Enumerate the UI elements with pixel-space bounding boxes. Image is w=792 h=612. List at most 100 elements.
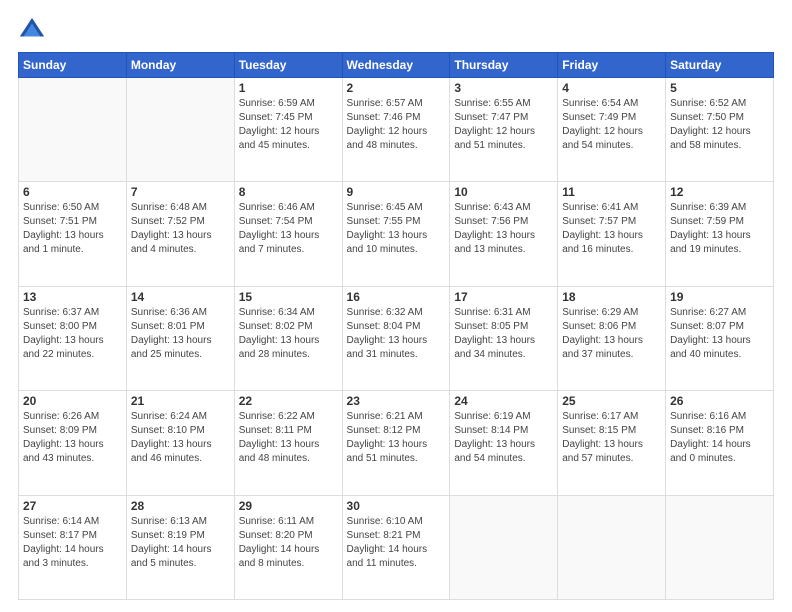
day-number: 5 xyxy=(670,81,769,95)
calendar-cell: 9Sunrise: 6:45 AMSunset: 7:55 PMDaylight… xyxy=(342,182,450,286)
sunrise-text: Sunrise: 6:46 AM xyxy=(239,202,315,213)
daylight-text: Daylight: 14 hours and 0 minutes. xyxy=(670,439,751,464)
day-number: 11 xyxy=(562,185,661,199)
calendar-cell xyxy=(666,495,774,599)
weekday-header-row: SundayMondayTuesdayWednesdayThursdayFrid… xyxy=(19,53,774,78)
calendar-cell: 3Sunrise: 6:55 AMSunset: 7:47 PMDaylight… xyxy=(450,78,558,182)
sunrise-text: Sunrise: 6:14 AM xyxy=(23,516,99,527)
calendar-cell: 1 Sunrise: 6:59 AMSunset: 7:45 PMDaylight… xyxy=(234,78,342,182)
sunset-text: Sunset: 7:47 PM xyxy=(454,112,528,123)
calendar-cell: 25Sunrise: 6:17 AMSunset: 8:15 PMDayligh… xyxy=(558,391,666,495)
weekday-header-friday: Friday xyxy=(558,53,666,78)
sunrise-text: Sunrise: 6:10 AM xyxy=(347,516,423,527)
daylight-text: Daylight: 12 hours and 54 minutes. xyxy=(562,126,643,151)
sunrise-text: Sunrise: 6:36 AM xyxy=(131,307,207,318)
sunrise-text: Sunrise: 6:11 AM xyxy=(239,516,314,527)
calendar-cell: 22Sunrise: 6:22 AMSunset: 8:11 PMDayligh… xyxy=(234,391,342,495)
logo-icon xyxy=(18,16,46,44)
day-number: 7 xyxy=(131,185,230,199)
day-number: 29 xyxy=(239,499,338,513)
daylight-text: Daylight: 13 hours and 46 minutes. xyxy=(131,439,212,464)
daylight-text: Daylight: 13 hours and 7 minutes. xyxy=(239,230,320,255)
sunrise-text: Sunrise: 6:26 AM xyxy=(23,411,99,422)
logo xyxy=(18,16,50,44)
sunset-text: Sunset: 8:15 PM xyxy=(562,425,636,436)
sunset-text: Sunset: 8:17 PM xyxy=(23,530,97,541)
daylight-text: Daylight: 13 hours and 4 minutes. xyxy=(131,230,212,255)
day-info: Sunrise: 6:36 AMSunset: 8:01 PMDaylight:… xyxy=(131,306,230,362)
calendar-cell xyxy=(450,495,558,599)
daylight-text: Daylight: 13 hours and 1 minute. xyxy=(23,230,104,255)
day-info: Sunrise: 6:27 AMSunset: 8:07 PMDaylight:… xyxy=(670,306,769,362)
daylight-text: Daylight: 14 hours and 8 minutes. xyxy=(239,544,320,569)
day-info: Sunrise: 6:14 AM Sunset: 8:17 PM Daylight:… xyxy=(23,515,122,571)
sunset-text: Sunset: 7:54 PM xyxy=(239,216,313,227)
calendar-cell: 11Sunrise: 6:41 AMSunset: 7:57 PMDayligh… xyxy=(558,182,666,286)
calendar-cell: 10Sunrise: 6:43 AMSunset: 7:56 PMDayligh… xyxy=(450,182,558,286)
day-number: 3 xyxy=(454,81,553,95)
day-info: Sunrise: 6:46 AM Sunset: 7:54 PM Daylight:… xyxy=(239,201,338,257)
calendar-cell xyxy=(558,495,666,599)
day-number: 9 xyxy=(347,185,446,199)
sunrise-text: Sunrise: 6:24 AM xyxy=(131,411,207,422)
daylight-text: Daylight: 13 hours and 43 minutes. xyxy=(23,439,104,464)
sunset-text: Sunset: 7:45 PM xyxy=(239,112,313,123)
calendar-cell: 2Sunrise: 6:57 AMSunset: 7:46 PMDaylight… xyxy=(342,78,450,182)
sunrise-text: Sunrise: 6:54 AM xyxy=(562,98,638,109)
calendar-cell: 18Sunrise: 6:29 AMSunset: 8:06 PMDayligh… xyxy=(558,286,666,390)
sunrise-text: Sunrise: 6:22 AM xyxy=(239,411,315,422)
sunrise-text: Sunrise: 6:27 AM xyxy=(670,307,746,318)
sunrise-text: Sunrise: 6:34 AM xyxy=(239,307,315,318)
daylight-text: Daylight: 13 hours and 34 minutes. xyxy=(454,335,535,360)
calendar-week-row: 6Sunrise: 6:50 AMSunset: 7:51 PMDaylight… xyxy=(19,182,774,286)
sunrise-text: Sunrise: 6:45 AM xyxy=(347,202,423,213)
day-info: Sunrise: 6:31 AMSunset: 8:05 PMDaylight:… xyxy=(454,306,553,362)
calendar-week-row: 13Sunrise: 6:37 AMSunset: 8:00 PMDayligh… xyxy=(19,286,774,390)
weekday-header-monday: Monday xyxy=(126,53,234,78)
calendar-cell xyxy=(19,78,127,182)
calendar-week-row: 1 Sunrise: 6:59 AMSunset: 7:45 PMDaylight… xyxy=(19,78,774,182)
day-info: Sunrise: 6:52 AMSunset: 7:50 PMDaylight:… xyxy=(670,97,769,153)
day-info: Sunrise: 6:37 AMSunset: 8:00 PMDaylight:… xyxy=(23,306,122,362)
day-number: 18 xyxy=(562,290,661,304)
daylight-text: Daylight: 13 hours and 31 minutes. xyxy=(347,335,428,360)
day-number: 1 xyxy=(239,81,338,95)
sunrise-text: Sunrise: 6:55 AM xyxy=(454,98,530,109)
calendar-cell: 12Sunrise: 6:39 AMSunset: 7:59 PMDayligh… xyxy=(666,182,774,286)
day-number: 10 xyxy=(454,185,553,199)
day-number: 15 xyxy=(239,290,338,304)
sunset-text: Sunset: 8:10 PM xyxy=(131,425,205,436)
sunrise-text: Sunrise: 6:39 AM xyxy=(670,202,746,213)
day-info: Sunrise: 6:32 AMSunset: 8:04 PMDaylight:… xyxy=(347,306,446,362)
daylight-text: Daylight: 12 hours and 48 minutes. xyxy=(347,126,428,151)
sunset-text: Sunset: 7:46 PM xyxy=(347,112,421,123)
sunset-text: Sunset: 8:01 PM xyxy=(131,321,205,332)
page: SundayMondayTuesdayWednesdayThursdayFrid… xyxy=(0,0,792,612)
day-number: 21 xyxy=(131,394,230,408)
day-info: Sunrise: 6:11 AMSunset: 8:20 PMDaylight:… xyxy=(239,515,338,571)
day-number: 2 xyxy=(347,81,446,95)
calendar-cell: 28Sunrise: 6:13 AMSunset: 8:19 PMDayligh… xyxy=(126,495,234,599)
day-number: 14 xyxy=(131,290,230,304)
daylight-text: Daylight: 13 hours and 48 minutes. xyxy=(239,439,320,464)
sunset-text: Sunset: 8:19 PM xyxy=(131,530,205,541)
sunset-text: Sunset: 8:00 PM xyxy=(23,321,97,332)
sunrise-text: Sunrise: 6:48 AM xyxy=(131,202,207,213)
day-number: 8 xyxy=(239,185,338,199)
calendar-cell xyxy=(126,78,234,182)
day-info: Sunrise: 6:39 AMSunset: 7:59 PMDaylight:… xyxy=(670,201,769,257)
sunset-text: Sunset: 7:52 PM xyxy=(131,216,205,227)
day-info: Sunrise: 6:19 AMSunset: 8:14 PMDaylight:… xyxy=(454,410,553,466)
weekday-header-tuesday: Tuesday xyxy=(234,53,342,78)
daylight-text: Daylight: 13 hours and 22 minutes. xyxy=(23,335,104,360)
weekday-header-saturday: Saturday xyxy=(666,53,774,78)
daylight-text: Daylight: 13 hours and 19 minutes. xyxy=(670,230,751,255)
sunrise-text: Sunrise: 6:16 AM xyxy=(670,411,746,422)
day-info: Sunrise: 6:50 AMSunset: 7:51 PMDaylight:… xyxy=(23,201,122,257)
calendar-cell: 13Sunrise: 6:37 AMSunset: 8:00 PMDayligh… xyxy=(19,286,127,390)
day-info: Sunrise: 6:59 AMSunset: 7:45 PMDaylight:… xyxy=(239,97,338,153)
sunset-text: Sunset: 8:14 PM xyxy=(454,425,528,436)
daylight-text: Daylight: 14 hours and 3 minutes. xyxy=(23,544,104,569)
sunrise-text: Sunrise: 6:13 AM xyxy=(131,516,207,527)
sunset-text: Sunset: 8:21 PM xyxy=(347,530,421,541)
